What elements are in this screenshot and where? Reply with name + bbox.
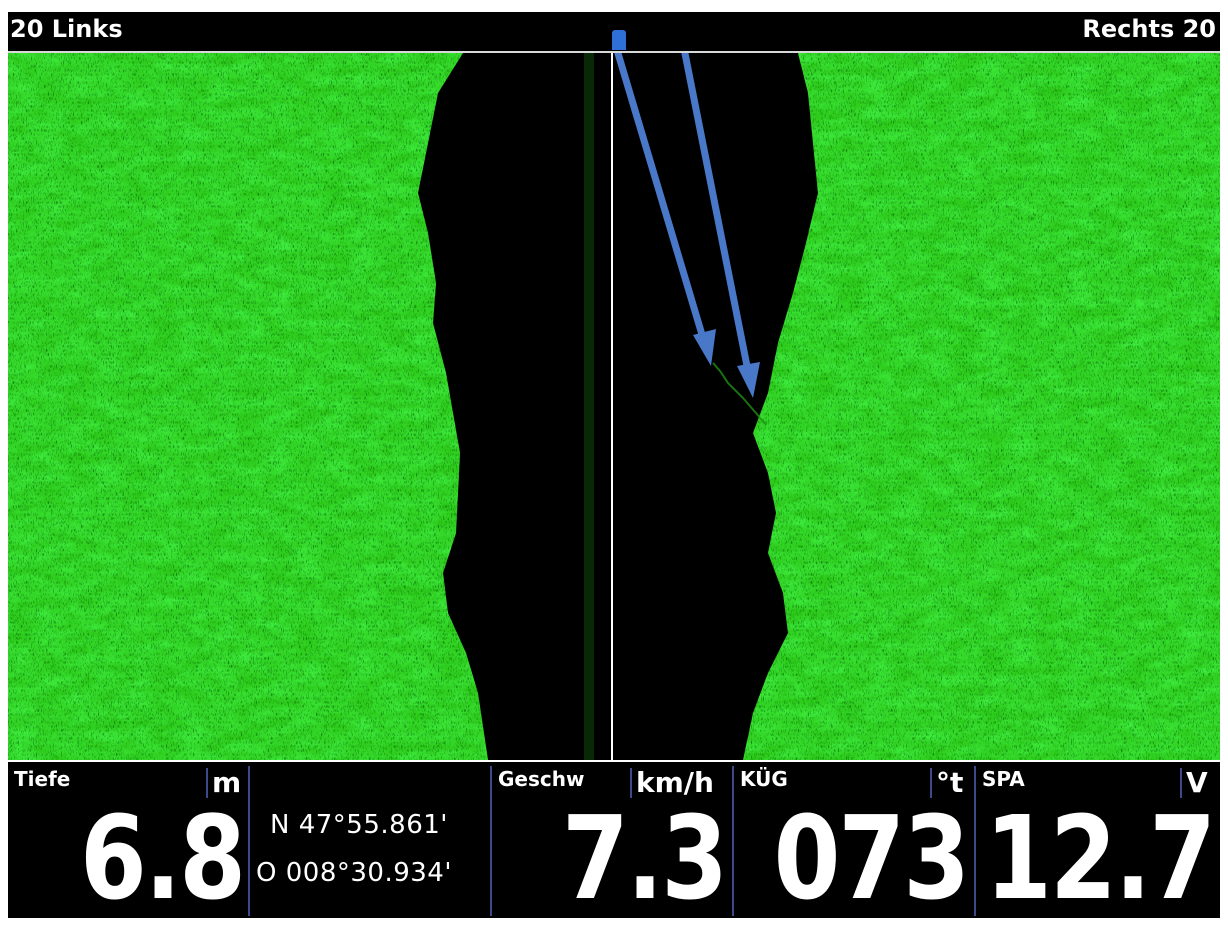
- annotation-arrow-icon: [614, 53, 716, 366]
- boat-position-marker-icon: [612, 30, 626, 50]
- left-range-label: 20 Links: [10, 15, 123, 43]
- voltage-label: SPA: [982, 767, 1025, 791]
- annotation-arrow-icon: [681, 53, 760, 398]
- water-column-noise: [584, 53, 594, 760]
- sonar-image: [8, 53, 1220, 760]
- depth-readout: Tiefe m 6.8: [8, 762, 248, 918]
- right-range-label: Rechts 20: [1082, 15, 1216, 43]
- course-readout: KÜG °t 073: [734, 762, 974, 918]
- speed-readout: Geschw km/h 7.3: [492, 762, 732, 918]
- boat-track-line: [611, 53, 613, 760]
- data-overlay-bar: Tiefe m 6.8 N 47°55.861' O 008°30.934' G…: [8, 762, 1220, 918]
- depth-label: Tiefe: [14, 767, 71, 791]
- depth-value: 6.8: [79, 791, 246, 926]
- sonar-target-echo: [712, 362, 767, 426]
- longitude-value: O 008°30.934': [256, 858, 452, 888]
- course-label: KÜG: [740, 767, 788, 791]
- side-imaging-sonar-view: [8, 53, 1220, 760]
- side-scan-range-bar: 20 Links Rechts 20: [8, 12, 1220, 53]
- voltage-readout: SPA V 12.7: [976, 762, 1220, 918]
- course-value: 073: [773, 791, 970, 926]
- latitude-value: N 47°55.861': [270, 810, 448, 840]
- position-readout: N 47°55.861' O 008°30.934': [250, 762, 490, 918]
- speed-value: 7.3: [561, 791, 728, 926]
- speed-label: Geschw: [498, 767, 585, 791]
- voltage-value: 12.7: [985, 791, 1216, 926]
